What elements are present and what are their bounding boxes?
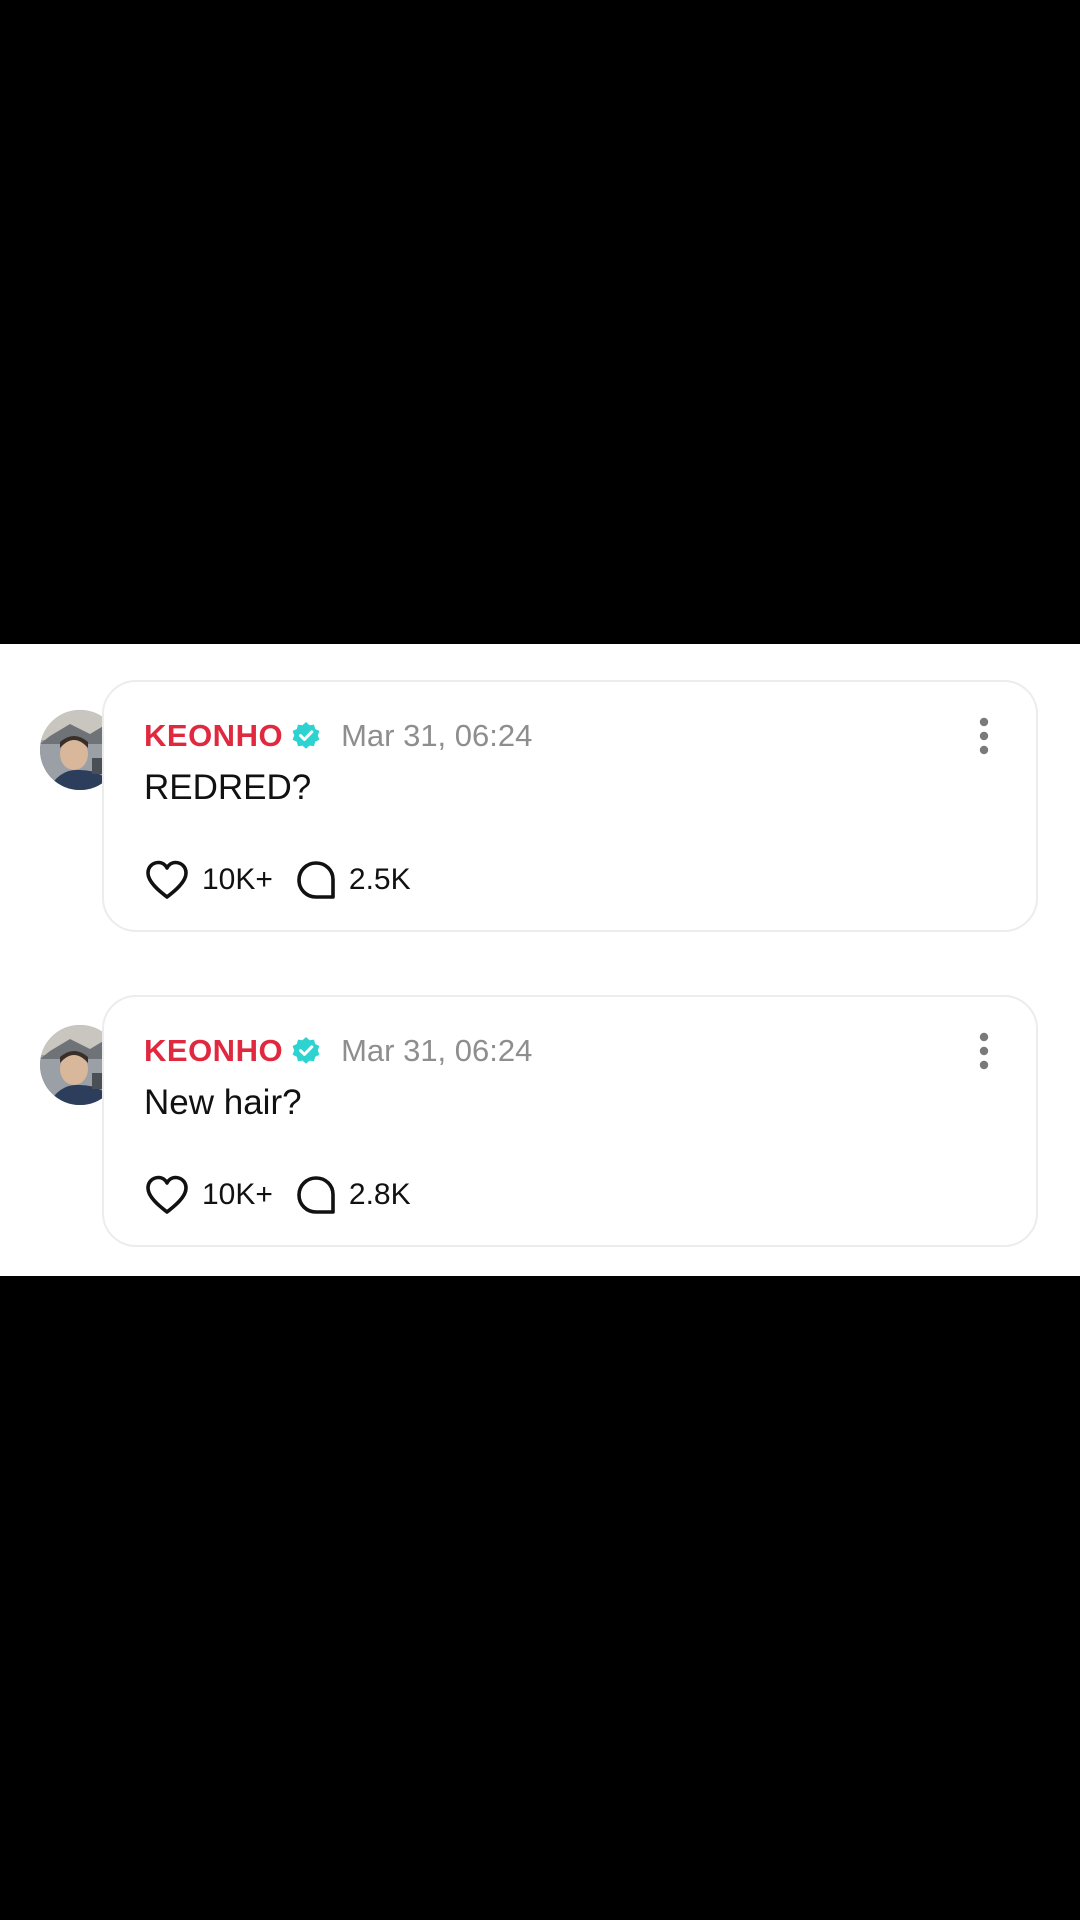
like-button[interactable]: 10K+ xyxy=(144,1174,273,1216)
verified-badge-icon xyxy=(291,1036,321,1066)
black-letterbox-top xyxy=(0,0,1080,644)
like-count: 10K+ xyxy=(202,863,273,896)
comment-bubble-icon xyxy=(297,861,335,899)
heart-icon xyxy=(146,1175,188,1214)
posts-panel: KEONHO Mar 31, 06:24 REDRED? 10K+ 2.5K K… xyxy=(0,644,1080,1276)
post-timestamp: Mar 31, 06:24 xyxy=(341,1033,533,1068)
black-letterbox-bottom xyxy=(0,1276,1080,1920)
like-button[interactable]: 10K+ xyxy=(144,859,273,901)
heart-icon xyxy=(146,860,188,899)
post-actions: 10K+ 2.8K xyxy=(144,1173,411,1217)
like-count: 10K+ xyxy=(202,1178,273,1211)
post-item: KEONHO Mar 31, 06:24 New hair? 10K+ 2.8K xyxy=(0,995,1080,1247)
more-options-button[interactable] xyxy=(978,1031,990,1071)
post-text: New hair? xyxy=(144,1083,302,1122)
post-header: KEONHO Mar 31, 06:24 xyxy=(144,714,532,758)
more-vertical-icon xyxy=(979,1032,989,1070)
post-actions: 10K+ 2.5K xyxy=(144,858,411,902)
post-text: REDRED? xyxy=(144,768,312,807)
more-vertical-icon xyxy=(979,717,989,755)
comment-count: 2.8K xyxy=(348,1178,411,1211)
post-header: KEONHO Mar 31, 06:24 xyxy=(144,1029,532,1073)
verified-badge-icon xyxy=(291,721,321,751)
author-name[interactable]: KEONHO xyxy=(144,1033,283,1069)
author-name[interactable]: KEONHO xyxy=(144,718,283,754)
post-card[interactable]: KEONHO Mar 31, 06:24 REDRED? 10K+ 2.5K xyxy=(102,680,1038,932)
more-options-button[interactable] xyxy=(978,716,990,756)
post-item: KEONHO Mar 31, 06:24 REDRED? 10K+ 2.5K xyxy=(0,680,1080,932)
comment-button[interactable]: 2.8K xyxy=(295,1174,411,1216)
comment-count: 2.5K xyxy=(348,863,411,896)
comment-button[interactable]: 2.5K xyxy=(295,859,411,901)
post-card[interactable]: KEONHO Mar 31, 06:24 New hair? 10K+ 2.8K xyxy=(102,995,1038,1247)
post-timestamp: Mar 31, 06:24 xyxy=(341,718,533,753)
comment-bubble-icon xyxy=(297,1176,335,1214)
